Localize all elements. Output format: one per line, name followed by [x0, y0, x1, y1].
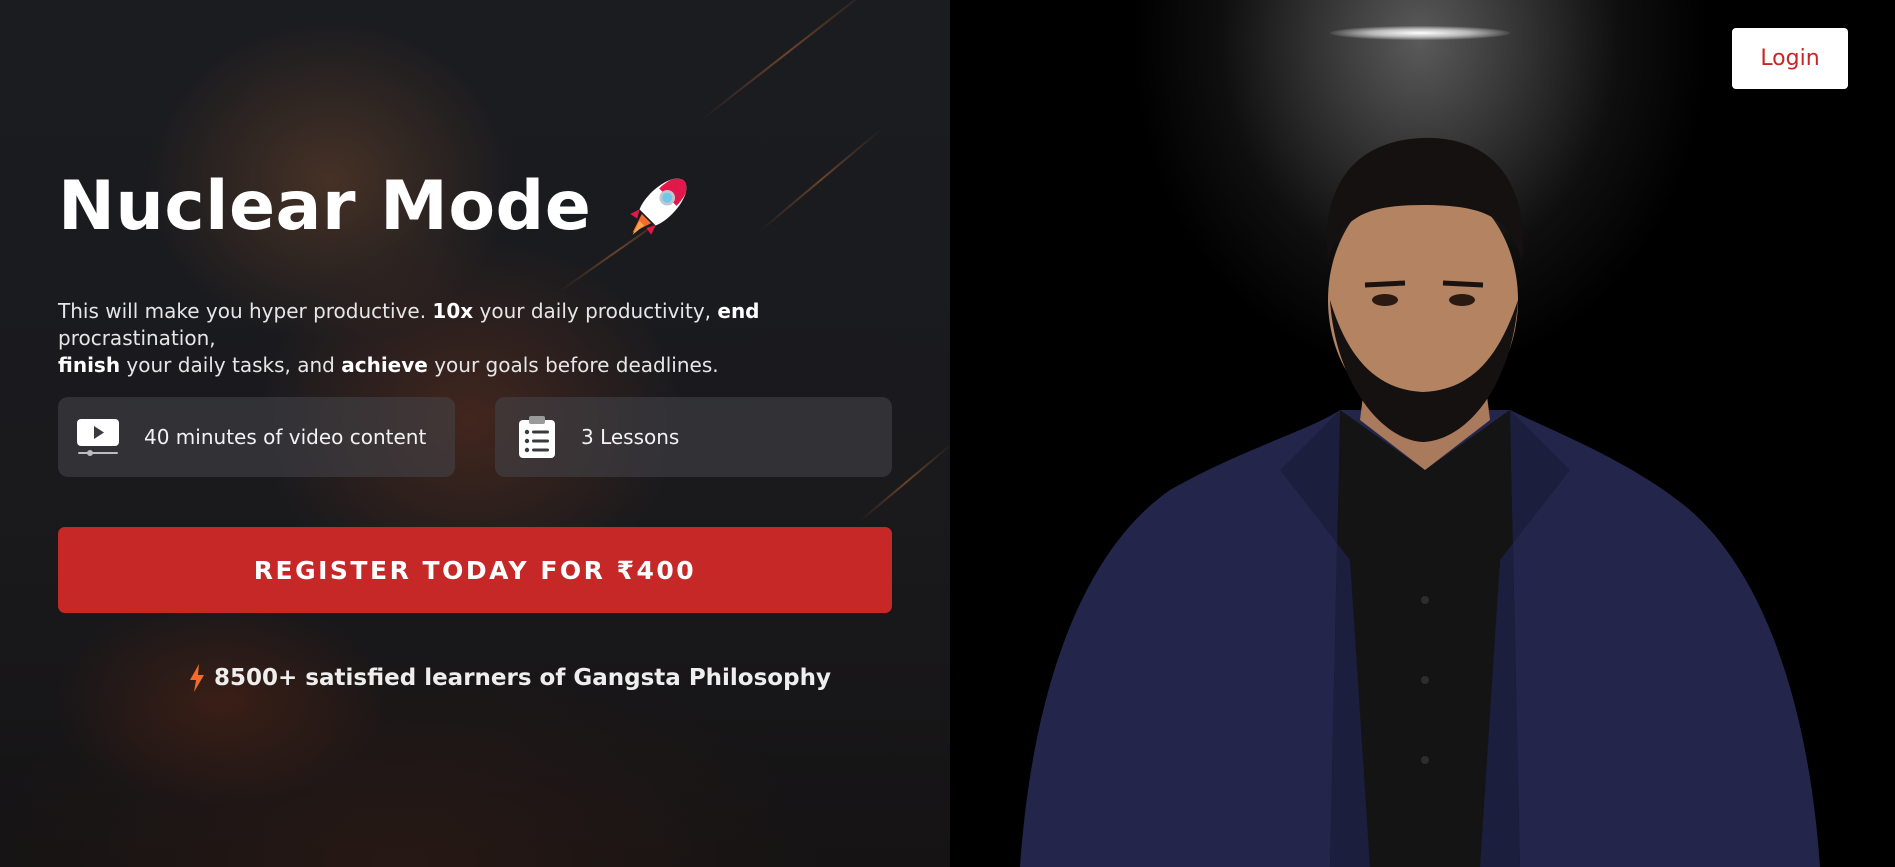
- instructor-photo-panel: [950, 0, 1895, 867]
- login-button[interactable]: Login: [1732, 28, 1848, 89]
- feature-label: 3 Lessons: [581, 425, 680, 449]
- feature-video-content: 40 minutes of video content: [58, 397, 455, 477]
- clipboard-list-icon: [519, 416, 555, 458]
- background-streak: [699, 0, 874, 122]
- rocket-icon: [630, 178, 687, 235]
- hero-description: This will make you hyper productive. 10x…: [58, 299, 760, 377]
- background-streak: [759, 127, 884, 232]
- page-title: Nuclear Mode: [58, 167, 592, 246]
- register-button[interactable]: REGISTER TODAY FOR ₹400: [58, 527, 892, 613]
- instructor-portrait: [1020, 137, 1820, 867]
- hero-title: Nuclear Mode: [58, 170, 695, 244]
- video-play-icon: [77, 419, 119, 456]
- feature-label: 40 minutes of video content: [144, 425, 427, 449]
- social-proof-text: 8500+ satisfied learners of Gangsta Phil…: [214, 665, 831, 691]
- social-proof: 8500+ satisfied learners of Gangsta Phil…: [188, 664, 831, 692]
- lightning-bolt-icon: [190, 664, 204, 692]
- feature-lessons: 3 Lessons: [495, 397, 892, 477]
- hero-panel: Nuclear Mode This will make you hyper pr…: [0, 0, 953, 867]
